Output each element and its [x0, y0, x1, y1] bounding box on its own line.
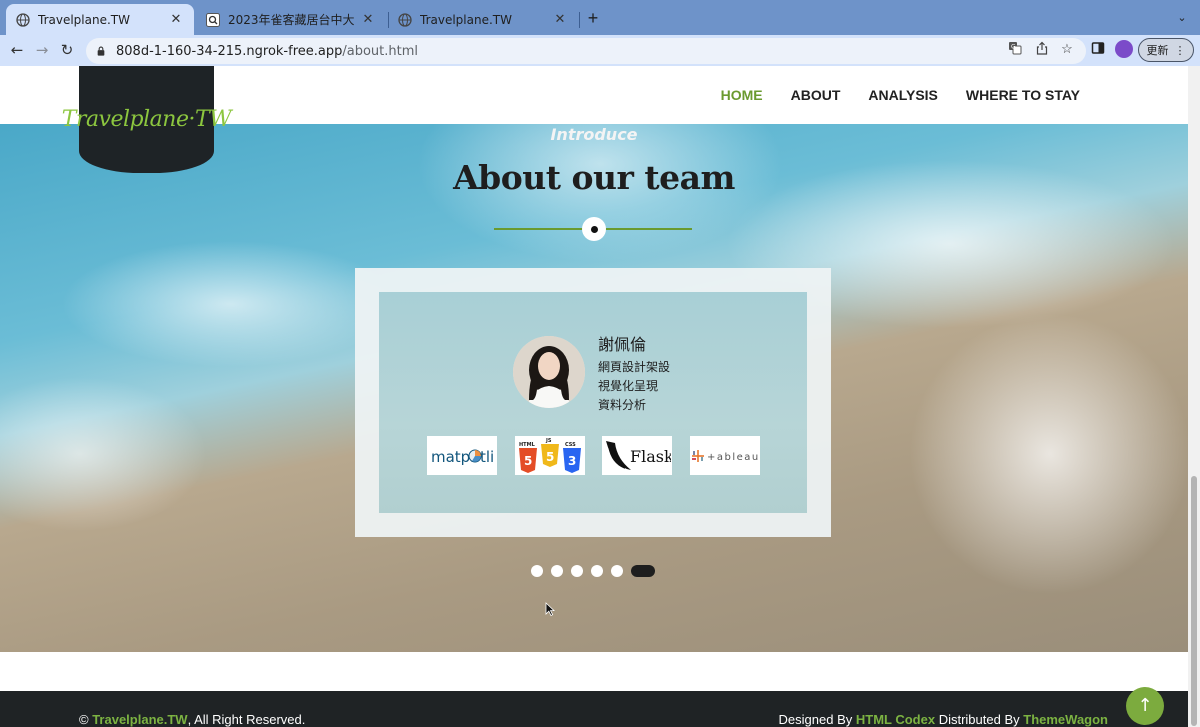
svg-text:tlib: tlib [480, 448, 495, 466]
close-icon[interactable]: ✕ [168, 12, 184, 27]
url-path: /about.html [342, 43, 418, 59]
nav-analysis[interactable]: ANALYSIS [868, 87, 938, 103]
flask-logo: Flask [602, 436, 672, 475]
search-favicon-icon [206, 12, 220, 27]
svg-text:+ableau: +ableau [707, 452, 759, 463]
scrollbar-thumb[interactable] [1191, 476, 1197, 726]
forward-arrow-icon[interactable]: → [32, 40, 52, 60]
svg-text:Flask: Flask [630, 447, 671, 466]
close-icon[interactable]: ✕ [360, 12, 376, 27]
svg-text:CSS: CSS [565, 442, 576, 448]
carousel-dot[interactable] [531, 565, 543, 577]
address-bar[interactable]: 808d-1-160-34-215.ngrok-free.app/about.h… [86, 38, 1086, 64]
footer-brand-link[interactable]: Travelplane.TW [92, 712, 187, 727]
designer-link[interactable]: HTML Codex [856, 712, 935, 727]
tab-title: 2023年雀客藏居台中大墩最新房 [228, 13, 354, 27]
site-logo[interactable]: Travelplane·TW [62, 66, 232, 173]
carousel-dot[interactable] [611, 565, 623, 577]
member-role: 視覺化呈現 [598, 379, 659, 393]
carousel-dot-active[interactable] [631, 565, 655, 577]
update-button[interactable]: 更新 ⋮ [1138, 38, 1194, 62]
member-name: 謝佩倫 [598, 335, 647, 354]
member-role: 網頁設計架設 [598, 360, 671, 374]
footer-credits: Designed By HTML Codex Distributed By Th… [779, 712, 1108, 727]
svg-text:3: 3 [568, 454, 576, 468]
lock-icon [97, 46, 105, 56]
svg-text:JS: JS [545, 438, 552, 444]
browser-tab-1[interactable]: Travelplane.TW ✕ [6, 4, 194, 35]
page-viewport: HOME ABOUT ANALYSIS WHERE TO STAY Travel… [0, 66, 1188, 727]
url-host: 808d-1-160-34-215.ngrok-free.app [116, 43, 343, 59]
team-member-card-inner: 謝佩倫 網頁設計架設 視覺化呈現 資料分析 matpl tlib HTML 5 [379, 292, 807, 513]
member-role: 資料分析 [598, 398, 647, 412]
reload-icon[interactable]: ↻ [57, 40, 77, 60]
close-icon[interactable]: ✕ [552, 12, 568, 27]
update-label: 更新 [1146, 44, 1169, 57]
tab-title: Travelplane.TW [38, 12, 130, 27]
more-vert-icon: ⋮ [1174, 43, 1186, 57]
avatar [513, 336, 585, 408]
main-menu: HOME ABOUT ANALYSIS WHERE TO STAY [721, 87, 1080, 103]
page-scrollbar[interactable] [1188, 66, 1200, 727]
browser-tab-3[interactable]: Travelplane.TW ✕ [388, 4, 578, 35]
nav-where-to-stay[interactable]: WHERE TO STAY [966, 87, 1080, 103]
chevron-down-icon[interactable]: ⌄ [1174, 9, 1190, 27]
globe-icon [398, 12, 412, 27]
carousel-dot[interactable] [571, 565, 583, 577]
team-member-card: 謝佩倫 網頁設計架設 視覺化呈現 資料分析 matpl tlib HTML 5 [355, 268, 831, 537]
bookmark-star-icon[interactable]: ☆ [1059, 41, 1075, 57]
tab-separator [579, 12, 580, 28]
svg-text:G: G [1011, 44, 1016, 51]
logo-text: Travelplane·TW [61, 107, 232, 132]
nav-about[interactable]: ABOUT [791, 87, 841, 103]
svg-text:matpl: matpl [431, 448, 474, 466]
globe-icon [16, 12, 30, 27]
svg-text:5: 5 [524, 454, 532, 468]
copyright-symbol: © [79, 712, 93, 727]
divider-dot [582, 217, 606, 241]
carousel-dot[interactable] [551, 565, 563, 577]
browser-tab-strip: Travelplane.TW ✕ 2023年雀客藏居台中大墩最新房 ✕ Trav… [0, 0, 1200, 35]
distributed-by-text: Distributed By [935, 712, 1024, 727]
svg-text:HTML: HTML [519, 442, 536, 448]
matplotlib-logo: matpl tlib [427, 436, 497, 475]
svg-text:5: 5 [546, 450, 554, 464]
translate-icon[interactable]: G [1007, 41, 1023, 57]
footer-rights: , All Right Reserved. [187, 712, 306, 727]
share-icon[interactable] [1034, 41, 1050, 57]
site-footer: © Travelplane.TW, All Right Reserved. De… [0, 691, 1188, 727]
browser-toolbar: ← → ↻ 808d-1-160-34-215.ngrok-free.app/a… [0, 35, 1200, 66]
footer-copyright: © Travelplane.TW, All Right Reserved. [79, 712, 305, 727]
tab-title: Travelplane.TW [420, 12, 512, 27]
new-tab-button[interactable]: + [584, 8, 602, 28]
carousel-dot[interactable] [591, 565, 603, 577]
browser-tab-2[interactable]: 2023年雀客藏居台中大墩最新房 ✕ [196, 4, 386, 35]
nav-home[interactable]: HOME [721, 87, 763, 103]
back-arrow-icon[interactable]: ← [7, 40, 27, 60]
tableau-logo: +ableau [690, 436, 760, 475]
profile-avatar-icon[interactable] [1115, 40, 1133, 58]
distributor-link[interactable]: ThemeWagon [1023, 712, 1108, 727]
mouse-cursor-icon [545, 602, 555, 616]
back-to-top-button[interactable]: ↑ [1126, 687, 1164, 725]
designed-by-text: Designed By [778, 712, 856, 727]
html-js-css-logo: HTML 5 JS 5 CSS 3 [515, 436, 585, 475]
side-panel-icon[interactable] [1090, 41, 1106, 57]
carousel-dots [531, 565, 655, 577]
